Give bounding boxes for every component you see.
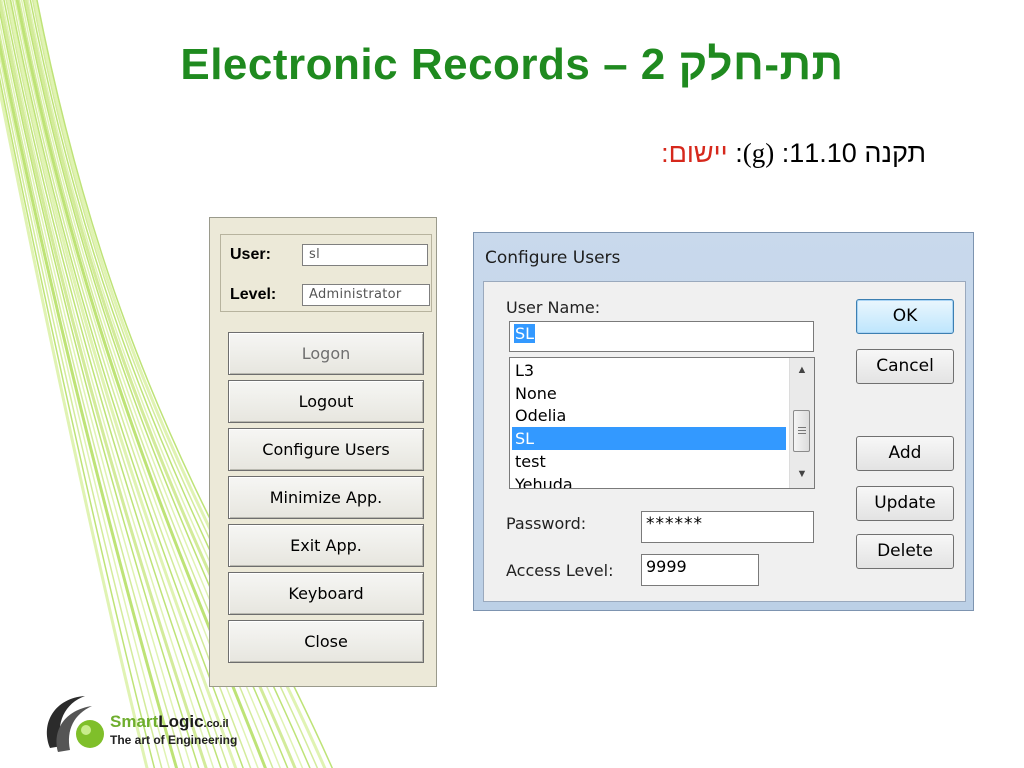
level-label: Level: xyxy=(230,286,277,303)
smartlogic-swirl-icon xyxy=(46,696,104,752)
cancel-button[interactable]: Cancel xyxy=(856,349,954,384)
ok-button[interactable]: OK xyxy=(856,299,954,334)
password-input[interactable]: ****** xyxy=(641,511,814,543)
logon-button[interactable]: Logon xyxy=(228,332,424,375)
access-level-input[interactable]: 9999 xyxy=(641,554,759,586)
password-label: Password: xyxy=(506,514,587,533)
colon: : xyxy=(735,138,743,168)
user-list-scrollbar[interactable]: ▲ ▼ xyxy=(789,358,814,488)
delete-button[interactable]: Delete xyxy=(856,534,954,569)
page-title: Electronic Records – 2 תת-חלק xyxy=(180,40,844,89)
login-panel: User: sl Level: Administrator Logon Logo… xyxy=(209,217,437,687)
exit-app-button[interactable]: Exit App. xyxy=(228,524,424,567)
configure-users-button[interactable]: Configure Users xyxy=(228,428,424,471)
user-list-item[interactable]: SL xyxy=(512,427,786,451)
regulation-number: תקנה 11.10 xyxy=(789,138,926,168)
triangle-down-icon[interactable]: ▼ xyxy=(790,464,814,484)
logout-button[interactable]: Logout xyxy=(228,380,424,423)
logo-brand: SmartLogic.co.il xyxy=(110,712,229,731)
user-list[interactable]: L3 None Odelia SL test Yehuda ▲ ▼ xyxy=(509,357,815,489)
update-button[interactable]: Update xyxy=(856,486,954,521)
keyboard-button[interactable]: Keyboard xyxy=(228,572,424,615)
minimize-app-button[interactable]: Minimize App. xyxy=(228,476,424,519)
decorative-curve xyxy=(0,20,193,768)
close-button[interactable]: Close xyxy=(228,620,424,663)
implementation-label: יישום: xyxy=(661,138,728,168)
user-list-item[interactable]: L3 xyxy=(512,359,786,382)
user-name-value: SL xyxy=(514,324,536,343)
level-field[interactable]: Administrator xyxy=(302,284,430,306)
regulation-subtitle: תקנה 11.10: (g): יישום: xyxy=(661,138,926,169)
user-name-input[interactable]: SL xyxy=(509,321,814,352)
logo-tagline: The art of Engineering xyxy=(110,733,238,747)
user-field[interactable]: sl xyxy=(302,244,428,266)
smartlogic-logo: SmartLogic.co.il The art of Engineering xyxy=(40,688,260,760)
user-label: User: xyxy=(230,246,271,263)
user-list-item[interactable]: test xyxy=(512,450,786,473)
level-row: Level: Administrator xyxy=(220,277,432,313)
clause-label: (g) xyxy=(742,138,775,168)
dialog-title: Configure Users xyxy=(485,248,621,268)
add-button[interactable]: Add xyxy=(856,436,954,471)
access-level-label: Access Level: xyxy=(506,561,614,580)
triangle-up-icon[interactable]: ▲ xyxy=(790,360,814,380)
user-row: User: sl xyxy=(220,237,432,273)
user-list-item[interactable]: Yehuda xyxy=(512,473,786,489)
dialog-client-area: User Name: SL L3 None Odelia SL test Yehuda ▲… xyxy=(483,281,966,602)
configure-users-dialog: Configure Users User Name: SL L3 None Odel… xyxy=(473,232,974,611)
user-list-item[interactable]: None xyxy=(512,382,786,405)
user-name-label: User Name: xyxy=(506,298,601,317)
user-list-item[interactable]: Odelia xyxy=(512,404,786,427)
scrollbar-thumb[interactable] xyxy=(793,410,810,452)
